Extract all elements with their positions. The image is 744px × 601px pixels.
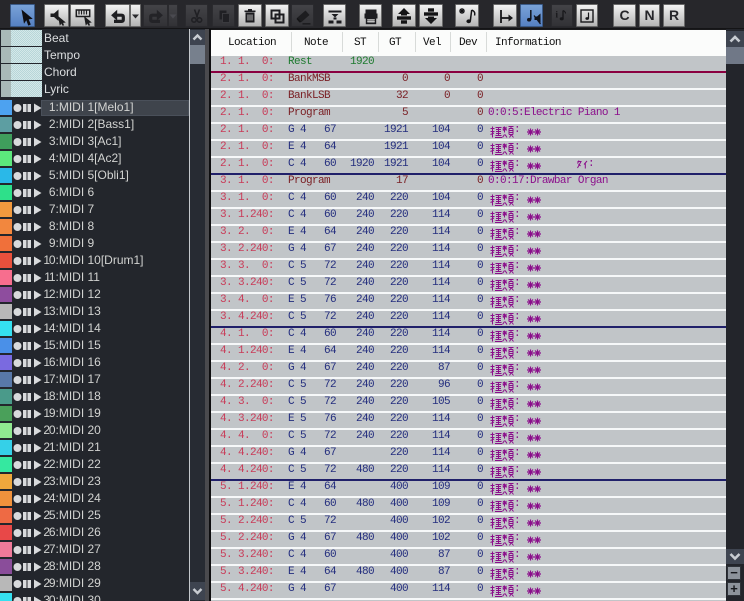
svg-text:i: i <box>556 9 559 19</box>
